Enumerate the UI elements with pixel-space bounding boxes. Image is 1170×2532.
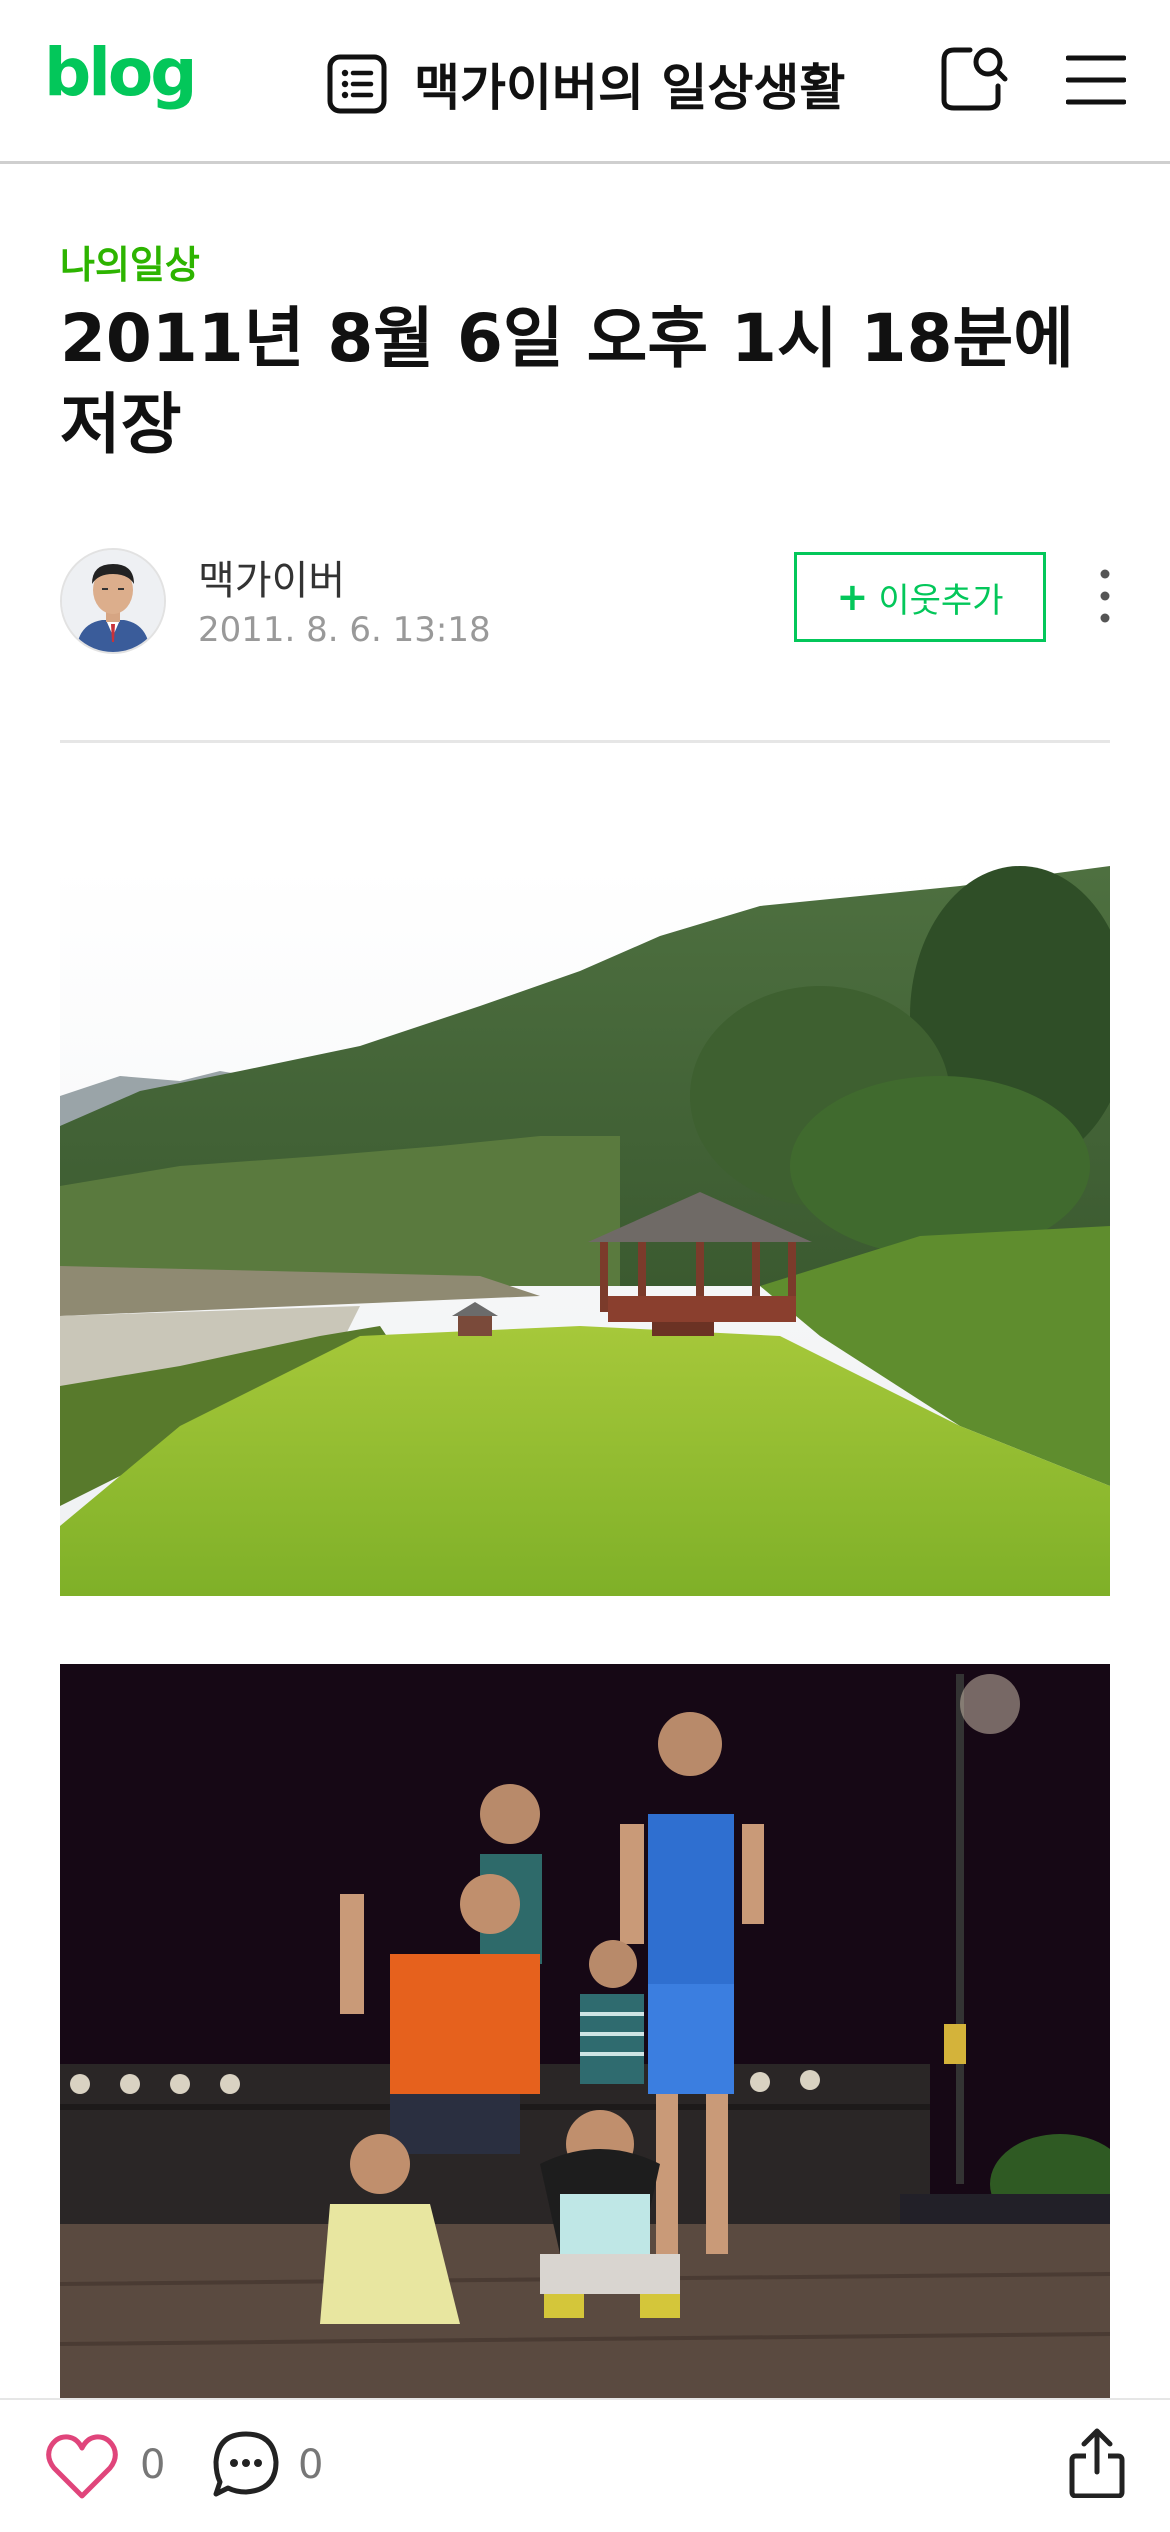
list-icon xyxy=(327,54,387,114)
blog-title: 맥가이버의 일상생활 xyxy=(414,59,846,117)
comment-icon[interactable] xyxy=(212,2430,280,2498)
author-name[interactable]: 맥가이버 xyxy=(198,548,345,606)
post-photo-landscape[interactable] xyxy=(60,866,1110,1596)
plus-icon: + xyxy=(836,575,869,619)
blog-title-link[interactable]: 맥가이버의 일상생활 xyxy=(326,44,845,124)
menu-icon[interactable] xyxy=(1066,52,1126,108)
post-photo-children[interactable] xyxy=(60,1664,1110,2400)
landscape-image xyxy=(60,866,1110,1596)
bottom-action-bar: 0 0 xyxy=(0,2398,1170,2532)
top-header: blog 맥가이버의 일상생활 xyxy=(0,0,1170,164)
share-icon[interactable] xyxy=(1068,2426,1126,2498)
post-date: 2011. 8. 6. 13:18 xyxy=(198,610,491,650)
author-avatar[interactable] xyxy=(60,548,166,654)
avatar-portrait xyxy=(62,550,164,652)
like-count: 0 xyxy=(140,2442,166,2488)
blog-logo[interactable]: blog xyxy=(44,40,197,106)
add-neighbor-button[interactable]: + 이웃추가 xyxy=(794,552,1046,642)
comment-count: 0 xyxy=(298,2442,324,2488)
heart-icon[interactable] xyxy=(46,2434,118,2500)
add-neighbor-label: 이웃추가 xyxy=(878,580,1004,621)
divider xyxy=(60,740,1110,743)
search-icon[interactable] xyxy=(938,42,1010,114)
children-night-image xyxy=(60,1664,1110,2400)
more-options-icon[interactable] xyxy=(1090,566,1120,626)
post-title: 2011년 8월 6일 오후 1시 18분에 저장 xyxy=(60,300,1074,463)
post-category[interactable]: 나의일상 xyxy=(60,234,200,289)
